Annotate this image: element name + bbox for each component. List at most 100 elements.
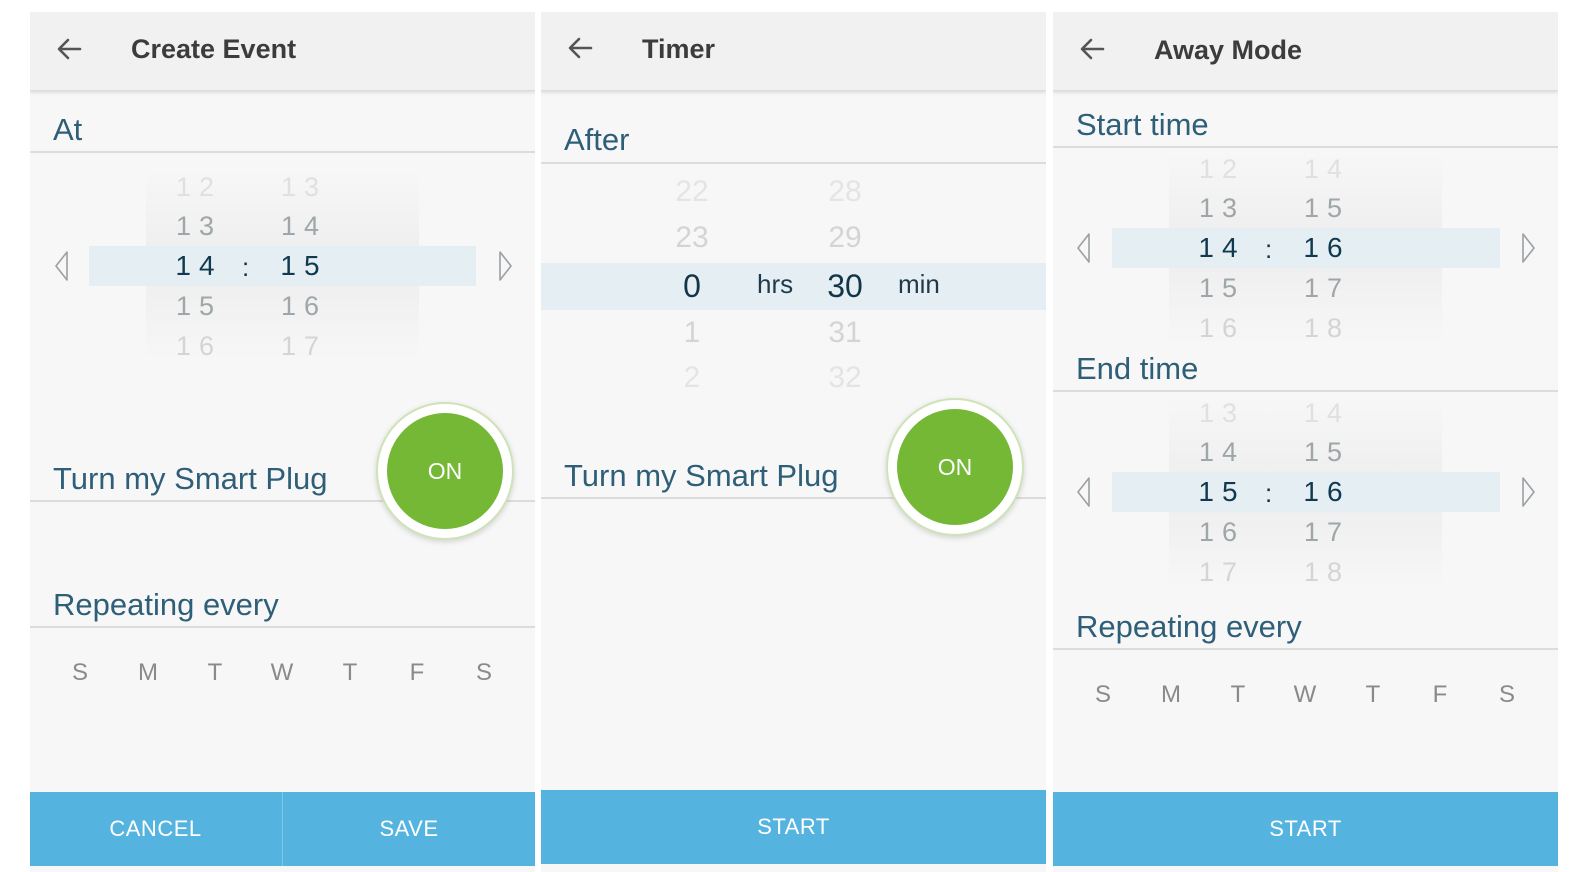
cancel-button[interactable]: CANCEL: [30, 792, 281, 866]
hours-option[interactable]: 23: [652, 221, 732, 255]
hour-option[interactable]: 16: [1188, 517, 1248, 548]
power-toggle[interactable]: ON: [886, 398, 1024, 536]
hour-option[interactable]: 17: [1188, 557, 1248, 588]
hour-option[interactable]: 15: [165, 291, 225, 322]
minutes-option[interactable]: 32: [805, 361, 885, 395]
day-thursday[interactable]: T: [330, 659, 370, 687]
day-wednesday[interactable]: W: [262, 659, 302, 687]
end-time-label: End time: [1076, 351, 1199, 386]
timer-screen: Timer After 22 23 0 1 2 hrs 28 29 30 31 …: [541, 12, 1046, 872]
repeat-label: Repeating every: [1076, 609, 1302, 644]
hour-option[interactable]: 12: [1188, 154, 1248, 185]
triangle-right-icon[interactable]: [495, 249, 515, 283]
day-friday[interactable]: F: [397, 659, 437, 687]
repeat-label: Repeating every: [53, 587, 279, 622]
section-divider: [1053, 648, 1558, 650]
triangle-right-icon[interactable]: [1518, 475, 1538, 509]
app-bar: Timer: [541, 12, 1046, 91]
hour-selected[interactable]: 14: [1188, 232, 1248, 264]
minute-option[interactable]: 14: [1293, 154, 1353, 185]
after-label: After: [564, 122, 630, 157]
minutes-option[interactable]: 29: [805, 221, 885, 255]
save-button[interactable]: SAVE: [283, 792, 535, 866]
hour-option[interactable]: 16: [1188, 313, 1248, 344]
app-bar: Create Event: [30, 12, 535, 91]
minute-option[interactable]: 15: [1293, 193, 1353, 224]
selected-row-highlight: [541, 263, 1046, 310]
hour-option[interactable]: 13: [165, 211, 225, 242]
minute-option[interactable]: 18: [1293, 313, 1353, 344]
hours-unit: hrs: [757, 269, 794, 299]
page-title: Create Event: [131, 34, 297, 64]
power-toggle[interactable]: ON: [376, 402, 514, 540]
back-arrow-icon[interactable]: [54, 34, 84, 64]
at-label: At: [53, 112, 83, 147]
hour-option[interactable]: 12: [165, 172, 225, 203]
section-divider: [541, 162, 1046, 164]
minute-option[interactable]: 17: [1293, 273, 1353, 304]
section-divider: [30, 151, 535, 153]
day-saturday[interactable]: S: [1487, 681, 1527, 709]
minute-selected[interactable]: 16: [1293, 232, 1353, 264]
time-separator: :: [1265, 478, 1273, 508]
start-time-label: Start time: [1076, 107, 1209, 142]
back-arrow-icon[interactable]: [1077, 34, 1107, 64]
day-wednesday[interactable]: W: [1285, 681, 1325, 709]
day-tuesday[interactable]: T: [1218, 681, 1258, 709]
app-bar: Away Mode: [1053, 12, 1558, 91]
hour-option[interactable]: 16: [165, 331, 225, 362]
hours-option[interactable]: 1: [652, 316, 732, 350]
day-monday[interactable]: M: [128, 659, 168, 687]
hour-option[interactable]: 13: [1188, 193, 1248, 224]
hour-option[interactable]: 14: [1188, 437, 1248, 468]
minute-option[interactable]: 15: [1293, 437, 1353, 468]
start-button[interactable]: START: [1053, 792, 1558, 866]
section-divider: [1053, 390, 1558, 392]
back-arrow-icon[interactable]: [565, 33, 595, 63]
minute-option[interactable]: 13: [270, 172, 330, 203]
minute-option[interactable]: 17: [270, 331, 330, 362]
hour-option[interactable]: 15: [1188, 273, 1248, 304]
minute-option[interactable]: 14: [1293, 398, 1353, 429]
section-divider: [1053, 146, 1558, 148]
minute-selected[interactable]: 16: [1293, 476, 1353, 508]
day-thursday[interactable]: T: [1353, 681, 1393, 709]
minute-selected[interactable]: 15: [270, 250, 330, 282]
time-separator: :: [242, 252, 250, 282]
hours-selected[interactable]: 0: [652, 268, 732, 305]
smart-plug-label: Turn my Smart Plug: [564, 458, 839, 493]
page-title: Away Mode: [1154, 35, 1303, 65]
toggle-state: ON: [897, 409, 1013, 525]
minutes-selected[interactable]: 30: [805, 268, 885, 305]
minutes-option[interactable]: 28: [805, 175, 885, 209]
triangle-left-icon[interactable]: [1074, 475, 1094, 509]
time-separator: :: [1265, 234, 1273, 264]
minute-option[interactable]: 18: [1293, 557, 1353, 588]
triangle-right-icon[interactable]: [1518, 231, 1538, 265]
minute-option[interactable]: 16: [270, 291, 330, 322]
day-saturday[interactable]: S: [464, 659, 504, 687]
section-divider: [30, 626, 535, 628]
smart-plug-label: Turn my Smart Plug: [53, 461, 328, 496]
hours-option[interactable]: 2: [652, 361, 732, 395]
minute-option[interactable]: 14: [270, 211, 330, 242]
create-event-screen: Create Event At 12 13 14 15 16 : 13 14 1…: [30, 12, 535, 872]
hour-selected[interactable]: 14: [165, 250, 225, 282]
day-friday[interactable]: F: [1420, 681, 1460, 709]
minutes-option[interactable]: 31: [805, 316, 885, 350]
page-title: Timer: [642, 34, 716, 64]
triangle-left-icon[interactable]: [52, 249, 72, 283]
day-sunday[interactable]: S: [60, 659, 100, 687]
action-bar: CANCEL SAVE: [30, 792, 535, 866]
hour-option[interactable]: 13: [1188, 398, 1248, 429]
start-button[interactable]: START: [541, 790, 1046, 864]
day-sunday[interactable]: S: [1083, 681, 1123, 709]
day-monday[interactable]: M: [1151, 681, 1191, 709]
hours-option[interactable]: 22: [652, 175, 732, 209]
hour-selected[interactable]: 15: [1188, 476, 1248, 508]
action-bar: START: [1053, 792, 1558, 866]
day-tuesday[interactable]: T: [195, 659, 235, 687]
minute-option[interactable]: 17: [1293, 517, 1353, 548]
toggle-state: ON: [387, 413, 503, 529]
triangle-left-icon[interactable]: [1074, 231, 1094, 265]
